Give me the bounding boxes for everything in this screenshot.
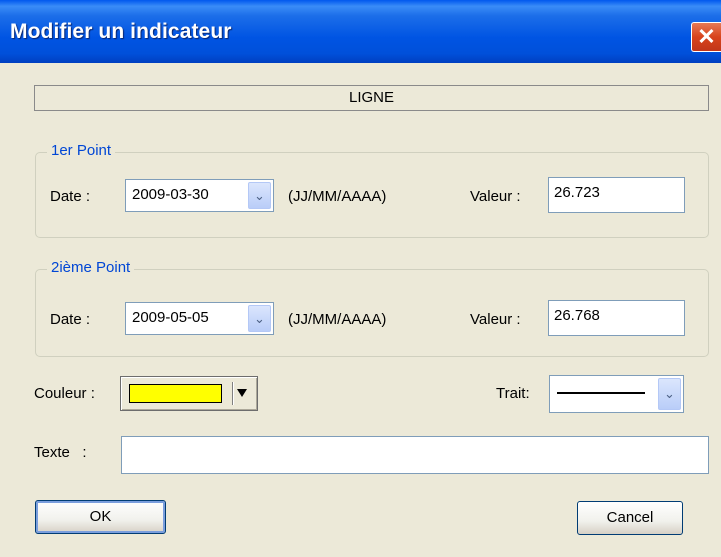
- point1-valeur-value: 26.723: [554, 184, 600, 201]
- dropdown-arrow-icon[interactable]: [237, 389, 247, 397]
- title-bar[interactable]: Modifier un indicateur ✕: [0, 0, 721, 63]
- trait-label: Trait:: [496, 385, 530, 402]
- chevron-down-icon[interactable]: ⌄: [658, 378, 681, 410]
- point1-date-label: Date :: [50, 188, 91, 205]
- point1-date-combo[interactable]: 2009-03-30 ⌄: [125, 179, 274, 212]
- cancel-button[interactable]: Cancel: [577, 501, 683, 535]
- close-button[interactable]: ✕: [691, 22, 721, 52]
- point1-legend: 1er Point: [47, 142, 116, 159]
- chevron-down-icon[interactable]: ⌄: [248, 182, 271, 209]
- point2-date-label: Date :: [50, 311, 91, 328]
- point2-valeur-value: 26.768: [554, 307, 600, 324]
- point1-valeur-label: Valeur :: [470, 188, 521, 205]
- color-picker-button[interactable]: [120, 376, 258, 411]
- texte-label: Texte :: [34, 444, 87, 461]
- dialog-window: Modifier un indicateur ✕ LIGNE 1er Point…: [0, 0, 721, 557]
- point2-date-value: 2009-05-05: [132, 309, 209, 326]
- texte-field[interactable]: [121, 436, 709, 474]
- line-style-sample: [557, 392, 645, 394]
- point2-valeur-label: Valeur :: [470, 311, 521, 328]
- point1-date-value: 2009-03-30: [132, 186, 209, 203]
- point1-date-format: (JJ/MM/AAAA): [288, 188, 387, 205]
- ok-button[interactable]: OK: [35, 500, 166, 534]
- point2-date-format: (JJ/MM/AAAA): [288, 311, 387, 328]
- divider: [232, 382, 233, 405]
- point2-valeur-field[interactable]: 26.768: [548, 300, 685, 336]
- couleur-label: Couleur :: [34, 385, 95, 402]
- line-style-combo[interactable]: ⌄: [549, 375, 684, 413]
- indicator-type-label: LIGNE: [34, 85, 709, 111]
- window-title: Modifier un indicateur: [10, 20, 232, 43]
- point2-date-combo[interactable]: 2009-05-05 ⌄: [125, 302, 274, 335]
- point1-valeur-field[interactable]: 26.723: [548, 177, 685, 213]
- point2-legend: 2ième Point: [47, 259, 135, 276]
- color-swatch: [129, 384, 222, 403]
- chevron-down-icon[interactable]: ⌄: [248, 305, 271, 332]
